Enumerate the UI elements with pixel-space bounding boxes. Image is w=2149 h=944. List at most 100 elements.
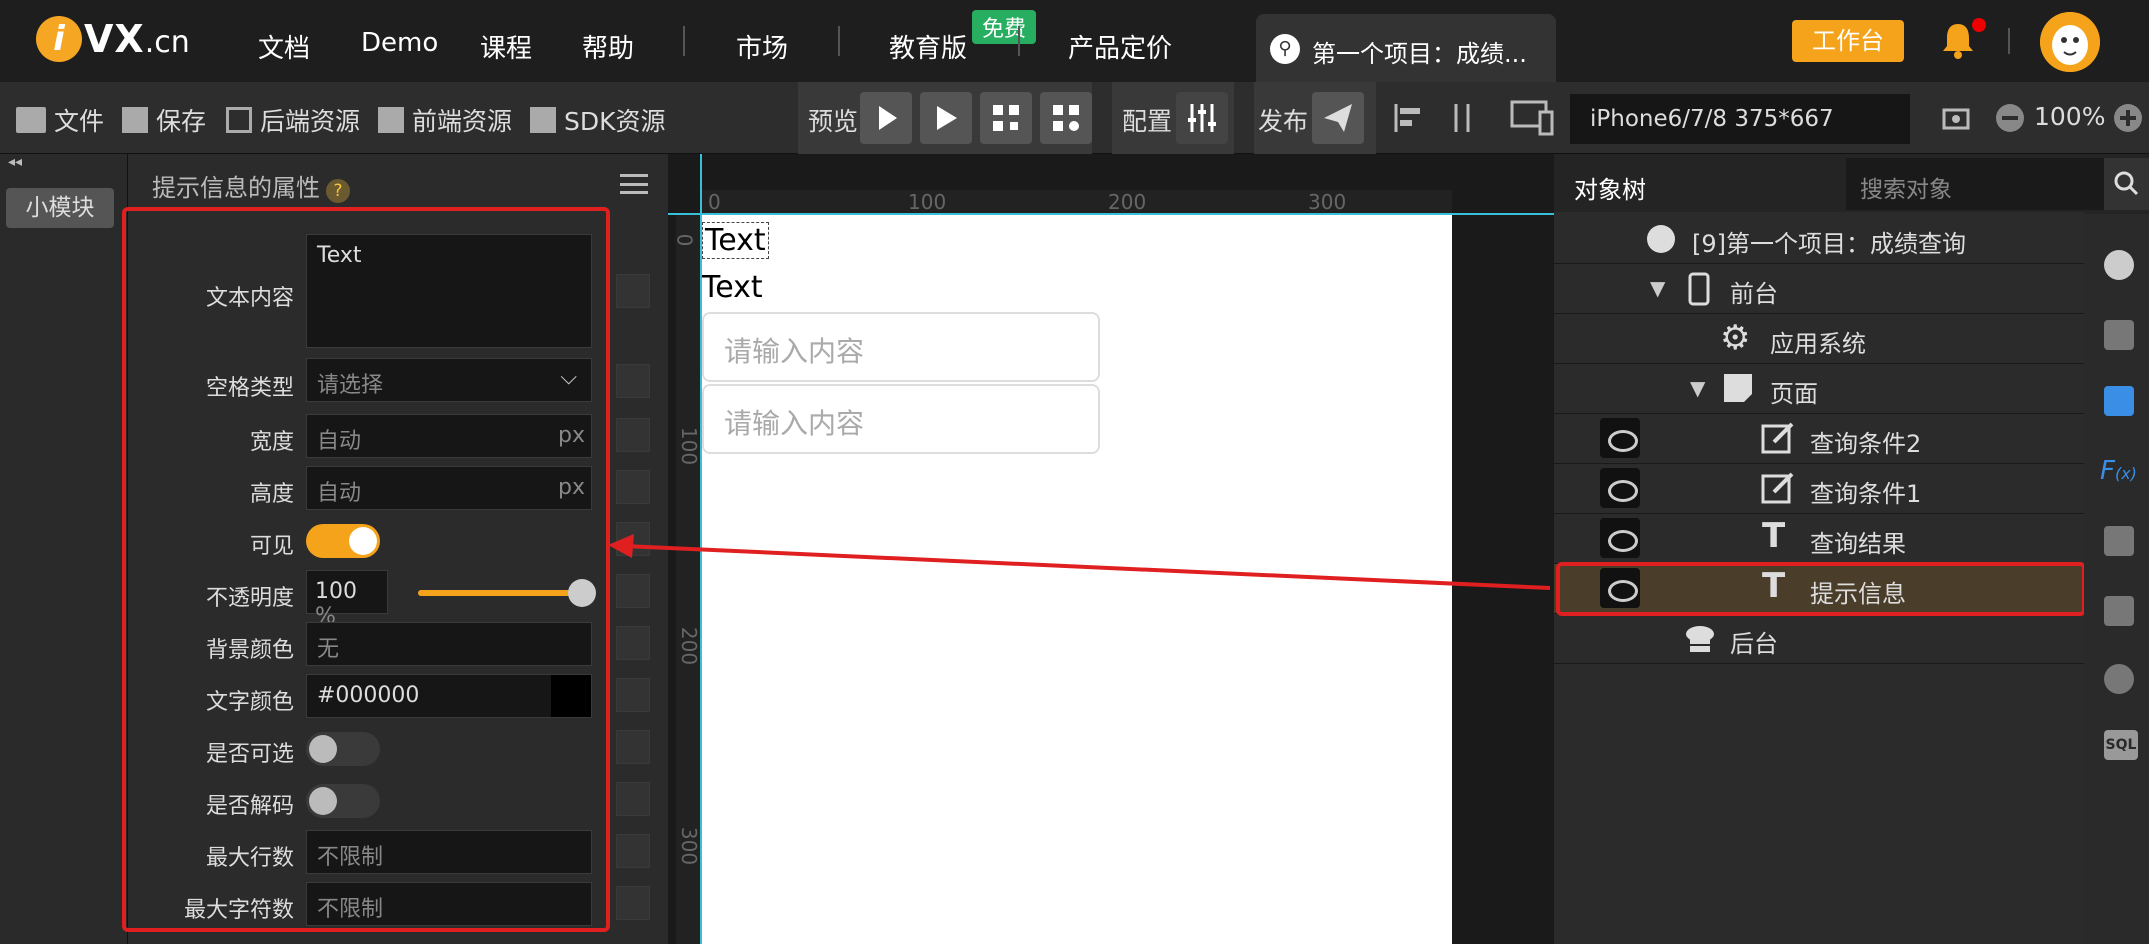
publish-button[interactable]	[1312, 92, 1364, 144]
collapse-icon[interactable]: ◂◂	[8, 154, 22, 170]
align-vertical-icon[interactable]	[1448, 100, 1484, 136]
project-tab[interactable]: ⚲ 第一个项目：成绩...	[1256, 14, 1556, 82]
text-content-input[interactable]: Text	[306, 234, 592, 348]
workbench-button[interactable]: 工作台	[1792, 20, 1904, 62]
height-input[interactable]: 自动 px	[306, 466, 592, 510]
opacity-label: 不透明度	[205, 586, 294, 611]
frontend-resources-button[interactable]: 前端资源	[378, 102, 512, 138]
copy-layer-icon[interactable]	[2104, 526, 2134, 556]
toggle-knob	[309, 787, 337, 815]
tree-item-result[interactable]: T 查询结果	[1554, 514, 2084, 564]
tree-item-app-system[interactable]: ⚙ 应用系统	[1554, 314, 2084, 364]
text-color-input[interactable]: #000000	[306, 674, 592, 718]
logo[interactable]: i VX .cn	[36, 16, 190, 62]
max-lines-input[interactable]: 不限制	[306, 830, 592, 874]
nav-demo[interactable]: Demo	[361, 28, 438, 58]
api-icon[interactable]	[2104, 664, 2134, 694]
opacity-input[interactable]: 100 %	[306, 570, 388, 629]
tree-item-condition1[interactable]: 查询条件1	[1554, 464, 2084, 514]
backend-resources-button[interactable]: 后端资源	[226, 102, 360, 138]
canvas-text-selected[interactable]: Text	[702, 222, 769, 259]
space-type-placeholder: 请选择	[317, 373, 384, 398]
edit-icon	[1761, 472, 1794, 504]
preview-label: 预览	[808, 107, 859, 136]
tree-item-label: 前台	[1730, 280, 1778, 308]
visible-toggle[interactable]	[306, 524, 380, 558]
opacity-slider[interactable]	[418, 579, 596, 607]
zoom-out-icon[interactable]	[1994, 102, 2026, 134]
screenshot-icon[interactable]	[1938, 100, 1974, 136]
copy-icon[interactable]	[616, 782, 650, 816]
height-value: 自动	[317, 481, 362, 506]
qrcode-button[interactable]	[980, 92, 1032, 144]
settings-doc-icon[interactable]	[2104, 320, 2134, 350]
decode-toggle[interactable]	[306, 784, 380, 818]
small-module-button[interactable]: 小模块	[6, 188, 114, 228]
opacity-slider-handle[interactable]	[568, 579, 596, 607]
copy-icon[interactable]	[616, 730, 650, 764]
expand-caret-icon[interactable]: ▼	[1690, 376, 1705, 400]
tree-item-frontend[interactable]: ▼ 前台	[1554, 264, 2084, 314]
eye-icon[interactable]	[1600, 518, 1640, 558]
visible-label: 可见	[249, 534, 294, 559]
tree-item-project[interactable]: [9]第一个项目：成绩查询	[1554, 214, 2084, 264]
tree-item-condition2[interactable]: 查询条件2	[1554, 414, 2084, 464]
tree-item-page[interactable]: ▼ 页面	[1554, 364, 2084, 414]
canvas-text[interactable]: Text	[702, 270, 763, 305]
qrcode-mini-button[interactable]	[1040, 92, 1092, 144]
sliders-button[interactable]	[1176, 92, 1228, 144]
copy-icon[interactable]	[616, 626, 650, 660]
play-alt-button[interactable]	[920, 92, 972, 144]
max-chars-input[interactable]: 不限制	[306, 882, 592, 926]
zoom-in-icon[interactable]	[2112, 102, 2144, 134]
search-button[interactable]	[2104, 158, 2149, 210]
copy-icon[interactable]	[616, 418, 650, 452]
nav-docs[interactable]: 文档	[258, 28, 310, 65]
nav-help[interactable]: 帮助	[582, 28, 634, 65]
play-button[interactable]	[860, 92, 912, 144]
sql-icon[interactable]: SQL	[2104, 730, 2138, 760]
file-menu[interactable]: 文件	[16, 102, 104, 138]
tree-item-backend[interactable]: 后台	[1554, 614, 2084, 664]
copy-icon[interactable]	[616, 886, 650, 920]
nav-pricing[interactable]: 产品定价	[1068, 28, 1172, 65]
object-search-input[interactable]: 搜索对象	[1846, 158, 2104, 210]
help-icon[interactable]: ?	[326, 179, 350, 203]
avatar[interactable]	[2040, 12, 2100, 72]
color-swatch[interactable]	[551, 675, 591, 717]
width-label: 宽度	[249, 430, 294, 455]
menu-icon[interactable]	[620, 174, 648, 194]
selectable-toggle[interactable]	[306, 732, 380, 766]
nav-courses[interactable]: 课程	[480, 28, 532, 65]
copy-icon[interactable]	[616, 470, 650, 504]
sdk-resources-button[interactable]: SDK资源	[530, 102, 666, 138]
eye-icon[interactable]	[1600, 418, 1640, 458]
nav-market[interactable]: 市场	[736, 28, 788, 65]
config-label: 配置	[1122, 107, 1173, 136]
bg-color-input[interactable]: 无	[306, 622, 592, 666]
width-input[interactable]: 自动 px	[306, 414, 592, 458]
copy-icon[interactable]	[616, 274, 650, 308]
copy-icon[interactable]	[616, 834, 650, 868]
expand-caret-icon[interactable]: ▼	[1650, 276, 1665, 300]
width-value: 自动	[317, 429, 362, 454]
function-icon[interactable]: F(x)	[2100, 456, 2137, 486]
swap-icon[interactable]	[2104, 596, 2134, 626]
save-button[interactable]: 保存	[122, 102, 206, 138]
copy-icon[interactable]	[616, 364, 650, 398]
canvas-input[interactable]: 请输入内容	[702, 312, 1100, 382]
device-icon[interactable]	[1510, 98, 1556, 138]
divider	[2008, 28, 2010, 54]
space-type-select[interactable]: 请选择 ⌵	[306, 358, 592, 402]
bell-icon[interactable]	[1940, 20, 1976, 60]
canvas-input[interactable]: 请输入内容	[702, 384, 1100, 454]
eye-icon[interactable]	[1600, 468, 1640, 508]
device-select[interactable]: iPhone6/7/8 375*667	[1570, 94, 1910, 144]
info-icon[interactable]	[2104, 250, 2134, 280]
nav-education[interactable]: 教育版	[889, 28, 967, 65]
tree-item-label: 后台	[1730, 630, 1778, 658]
copy-icon[interactable]	[616, 678, 650, 712]
toggle-knob	[309, 735, 337, 763]
help-chat-icon[interactable]	[2104, 386, 2134, 416]
align-left-icon[interactable]	[1390, 100, 1426, 136]
